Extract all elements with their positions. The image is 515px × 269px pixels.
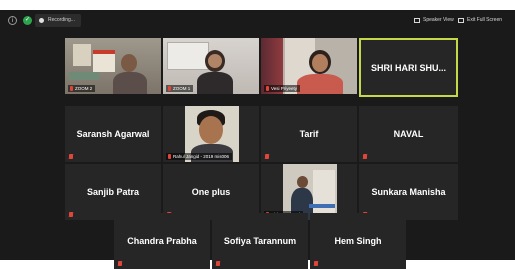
participant-tile-tarif[interactable]: Tarif	[261, 106, 357, 162]
participant-tile-naval[interactable]: NAVAL	[359, 106, 458, 162]
speaker-view-button[interactable]: Speaker View	[414, 14, 454, 27]
exit-fullscreen-icon	[458, 18, 464, 23]
participant-name: Tarif	[299, 129, 319, 139]
muted-mic-icon	[70, 86, 73, 91]
muted-mic-icon	[265, 154, 269, 159]
meeting-top-bar: i ✓ Recording... Speaker View Exit Full …	[0, 10, 515, 32]
participant-tile-chandra[interactable]: Chandra Prabha	[114, 213, 210, 269]
muted-mic-icon	[69, 212, 73, 217]
exit-fullscreen-label: Exit Full Screen	[467, 17, 503, 23]
participant-name: Sanjib Patra	[86, 187, 140, 197]
participant-name-tag: ZOOM 2	[68, 85, 96, 92]
muted-mic-icon	[266, 86, 269, 91]
participant-name: Chandra Prabha	[127, 236, 197, 246]
participant-tile-hem[interactable]: Hem Singh	[310, 213, 406, 269]
recording-icon	[39, 18, 44, 23]
participant-tile-zoom2[interactable]: ZOOM 2	[65, 38, 161, 94]
participant-name-tag: Rahul Jangid - 2019 mis006	[166, 153, 233, 160]
muted-mic-icon	[118, 261, 122, 266]
muted-mic-icon	[314, 261, 318, 266]
participant-tile-rahul[interactable]: Rahul Jangid - 2019 mis006	[163, 106, 259, 162]
participant-name-tag: Vesi Priyeety	[264, 85, 301, 92]
participant-name: Rahul Jangid - 2019 mis006	[173, 154, 230, 159]
participant-tile-vesi[interactable]: Vesi Priyeety	[261, 38, 357, 94]
participant-name: Hem Singh	[334, 236, 382, 246]
participant-tile-shri-hari[interactable]: SHRI HARI SHU...	[359, 38, 458, 97]
participant-tile-one-plus[interactable]: One plus	[163, 164, 259, 220]
muted-mic-icon	[168, 86, 171, 91]
participant-tile-sanjib[interactable]: Sanjib Patra	[65, 164, 161, 220]
participant-name: NAVAL	[393, 129, 424, 139]
participant-name: SHRI HARI SHU...	[370, 62, 446, 73]
speaker-view-icon	[414, 18, 420, 23]
muted-mic-icon	[168, 154, 171, 159]
participant-tile-zoom1[interactable]: ZOOM 1	[163, 38, 259, 94]
participant-name: One plus	[191, 187, 231, 197]
muted-mic-icon	[363, 154, 367, 159]
muted-mic-icon	[216, 261, 220, 266]
exit-fullscreen-button[interactable]: Exit Full Screen	[458, 14, 502, 27]
participant-name: Vesi Priyeety	[271, 86, 298, 91]
speaker-view-label: Speaker View	[423, 17, 454, 23]
shield-icon[interactable]: ✓	[23, 16, 32, 25]
recording-indicator[interactable]: Recording...	[35, 14, 81, 27]
participant-name: Saransh Agarwal	[76, 129, 150, 139]
muted-mic-icon	[69, 154, 73, 159]
participant-name: ZOOM 2	[75, 86, 93, 91]
zoom-meeting-window: i ✓ Recording... Speaker View Exit Full …	[0, 10, 515, 269]
participant-tile-saransh[interactable]: Saransh Agarwal	[65, 106, 161, 162]
participant-name: Sofiya Tarannum	[223, 236, 297, 246]
recording-label: Recording...	[48, 17, 75, 23]
participant-tile-sunkara[interactable]: Sunkara Manisha	[359, 164, 458, 220]
participant-name-tag: ZOOM 1	[166, 85, 194, 92]
participant-tile-kishore[interactable]: Kishore Jha Hl	[261, 164, 357, 220]
participant-tile-sofiya[interactable]: Sofiya Tarannum	[212, 213, 308, 269]
info-icon[interactable]: i	[8, 16, 17, 25]
participant-name: Sunkara Manisha	[371, 187, 446, 197]
participant-name: ZOOM 1	[173, 86, 191, 91]
